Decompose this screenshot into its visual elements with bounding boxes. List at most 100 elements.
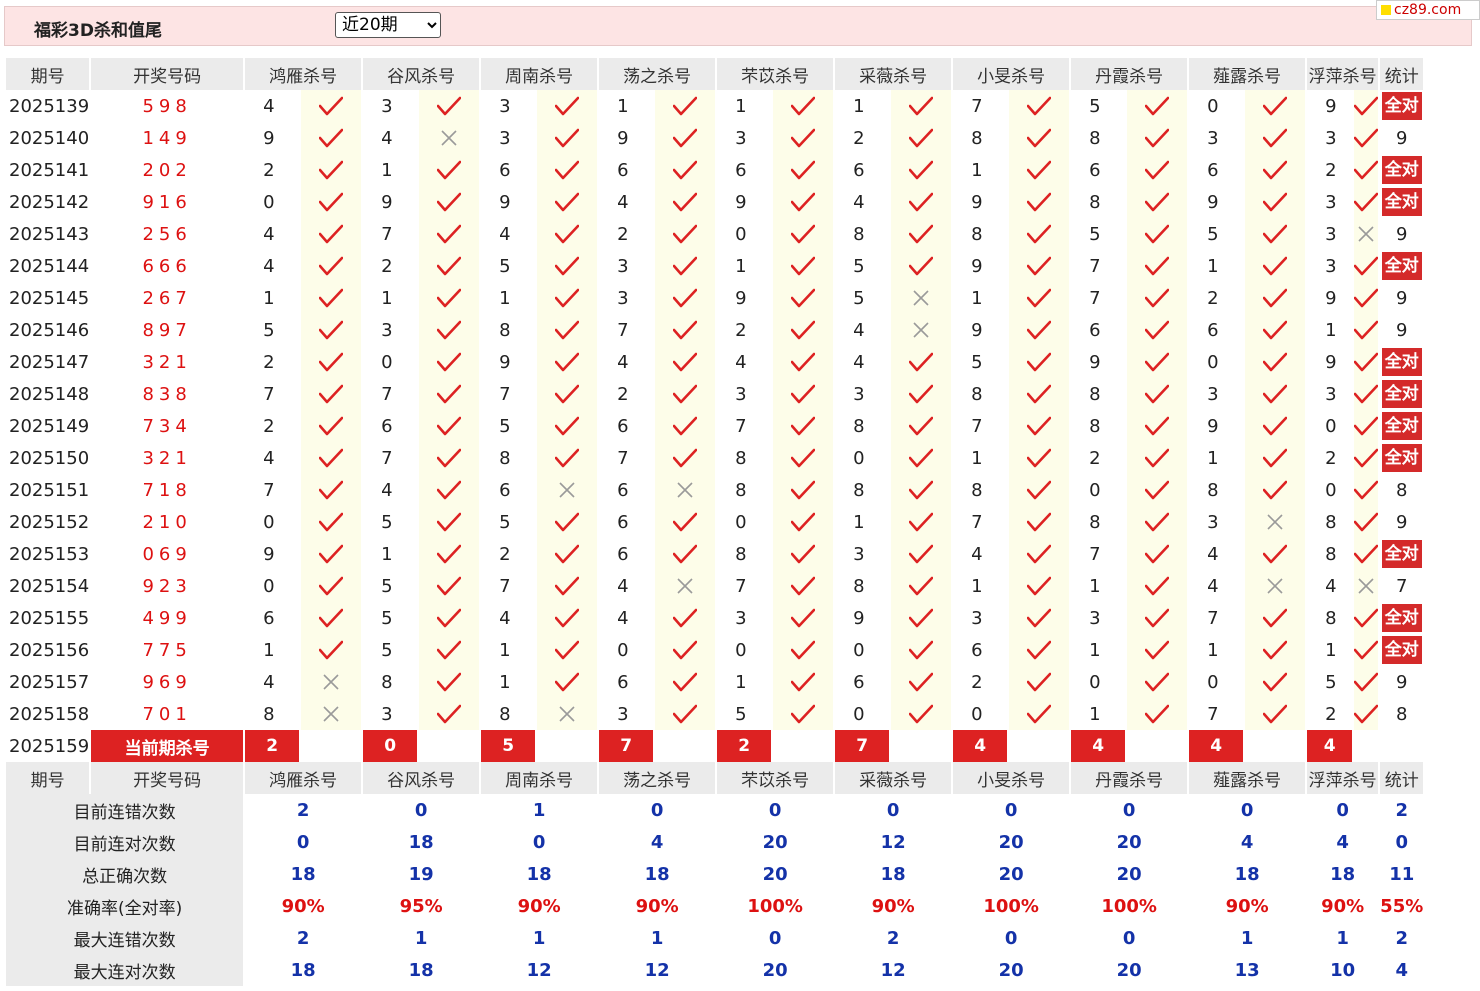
kill-number-cell: 1 bbox=[1189, 634, 1244, 666]
check-icon bbox=[319, 384, 344, 404]
column-header: 浮萍杀号 bbox=[1307, 762, 1379, 794]
all-correct-badge: 全对 bbox=[1381, 156, 1422, 184]
kill-number-cell: 3 bbox=[599, 698, 654, 730]
kill-number-cell: 9 bbox=[1307, 90, 1353, 122]
kill-number-cell: 9 bbox=[245, 538, 300, 570]
summary-value: 1 bbox=[481, 794, 598, 826]
kill-number-cell: 1 bbox=[1071, 570, 1126, 602]
kill-number-cell: 6 bbox=[599, 474, 654, 506]
check-icon bbox=[555, 224, 580, 244]
check-icon bbox=[1354, 448, 1379, 468]
result-mark-cell bbox=[1245, 282, 1306, 314]
kill-number-cell: 7 bbox=[481, 378, 536, 410]
check-icon bbox=[1145, 160, 1170, 180]
kill-number-cell: 8 bbox=[835, 570, 890, 602]
kill-number-cell: 8 bbox=[1307, 506, 1353, 538]
cross-icon bbox=[441, 130, 457, 146]
all-correct-badge: 全对 bbox=[1381, 252, 1422, 280]
period-cell: 2025156 bbox=[6, 634, 90, 666]
stat-cell: 全对 bbox=[1380, 602, 1424, 634]
summary-value: 20 bbox=[717, 826, 834, 858]
result-mark-cell bbox=[537, 570, 598, 602]
summary-row: 最大连错次数 2 1 1 1 0 2 0 0 1 1 2 bbox=[6, 922, 1424, 954]
check-icon bbox=[673, 672, 698, 692]
cross-icon bbox=[323, 674, 339, 690]
result-mark-cell bbox=[1009, 186, 1070, 218]
period-cell: 2025144 bbox=[6, 250, 90, 282]
kill-number-cell: 0 bbox=[245, 570, 300, 602]
result-mark-cell bbox=[1127, 538, 1188, 570]
period-cell: 2025159 bbox=[6, 730, 90, 762]
check-icon bbox=[673, 448, 698, 468]
cross-icon bbox=[559, 482, 575, 498]
result-mark-cell bbox=[1127, 122, 1188, 154]
result-mark-cell bbox=[1245, 698, 1306, 730]
kill-number-cell: 0 bbox=[835, 442, 890, 474]
stat-cell: 全对 bbox=[1380, 346, 1424, 378]
summary-value: 0 bbox=[363, 794, 480, 826]
check-icon bbox=[791, 448, 816, 468]
kill-number-cell: 9 bbox=[717, 282, 772, 314]
summary-label: 准确率(全对率) bbox=[6, 890, 244, 922]
cross-icon bbox=[913, 290, 929, 306]
kill-number-cell: 2 bbox=[245, 410, 300, 442]
draw-result-cell: 969 bbox=[91, 666, 244, 698]
kill-number-cell: 3 bbox=[953, 602, 1008, 634]
column-header: 荡之杀号 bbox=[599, 58, 716, 90]
kill-number-cell: 5 bbox=[481, 410, 536, 442]
check-icon bbox=[673, 224, 698, 244]
result-mark-cell bbox=[301, 538, 362, 570]
kill-number-cell: 8 bbox=[953, 378, 1008, 410]
kill-number-cell: 4 bbox=[835, 346, 890, 378]
summary-value: 19 bbox=[363, 858, 480, 890]
page-title: 福彩3D杀和值尾 bbox=[34, 21, 162, 41]
summary-value: 0 bbox=[953, 922, 1070, 954]
kill-number-cell: 7 bbox=[1071, 538, 1126, 570]
summary-label: 最大连对次数 bbox=[6, 954, 244, 986]
summary-row: 目前连错次数 2 0 1 0 0 0 0 0 0 0 2 bbox=[6, 794, 1424, 826]
kill-number-cell: 3 bbox=[599, 282, 654, 314]
kill-number-cell: 9 bbox=[1071, 346, 1126, 378]
check-icon bbox=[319, 224, 344, 244]
check-icon bbox=[437, 224, 462, 244]
check-icon bbox=[1145, 224, 1170, 244]
site-logo[interactable]: cz89.com bbox=[1376, 0, 1480, 20]
draw-result-cell: 202 bbox=[91, 154, 244, 186]
summary-label: 目前连错次数 bbox=[6, 794, 244, 826]
kill-number-cell: 6 bbox=[599, 154, 654, 186]
column-header: 开奖号码 bbox=[91, 762, 244, 794]
table-row: 2025150 321 4 7 8 7 8 0 1 2 1 2 全对 bbox=[6, 442, 1424, 474]
result-mark-cell bbox=[1245, 314, 1306, 346]
draw-result-cell: 149 bbox=[91, 122, 244, 154]
result-mark-cell bbox=[1009, 90, 1070, 122]
period-select[interactable]: 近20期 bbox=[335, 12, 441, 38]
summary-value: 18 bbox=[599, 858, 716, 890]
summary-value: 0 bbox=[717, 794, 834, 826]
current-kill-number: 4 bbox=[953, 730, 1008, 762]
result-mark-cell bbox=[655, 154, 716, 186]
result-mark-cell bbox=[1009, 154, 1070, 186]
result-mark-cell bbox=[1127, 410, 1188, 442]
check-icon bbox=[1145, 448, 1170, 468]
result-mark-cell bbox=[301, 346, 362, 378]
kill-number-cell: 9 bbox=[481, 346, 536, 378]
result-mark-cell bbox=[773, 186, 834, 218]
result-mark-cell bbox=[301, 282, 362, 314]
kill-number-cell: 3 bbox=[481, 122, 536, 154]
result-mark-cell bbox=[1354, 506, 1379, 538]
kill-number-cell: 0 bbox=[363, 346, 418, 378]
current-kill-number: 4 bbox=[1307, 730, 1353, 762]
column-header: 浮萍杀号 bbox=[1307, 58, 1379, 90]
result-mark-cell bbox=[655, 90, 716, 122]
kill-number-cell: 1 bbox=[835, 90, 890, 122]
kill-number-cell: 0 bbox=[835, 698, 890, 730]
kill-number-cell: 6 bbox=[1189, 154, 1244, 186]
kill-number-cell: 4 bbox=[245, 90, 300, 122]
stat-cell: 9 bbox=[1380, 218, 1424, 250]
kill-number-cell: 3 bbox=[1307, 378, 1353, 410]
result-mark-cell bbox=[419, 410, 480, 442]
result-mark-cell bbox=[773, 122, 834, 154]
kill-number-cell: 6 bbox=[953, 634, 1008, 666]
result-mark-cell bbox=[1354, 538, 1379, 570]
kill-number-cell: 5 bbox=[363, 602, 418, 634]
